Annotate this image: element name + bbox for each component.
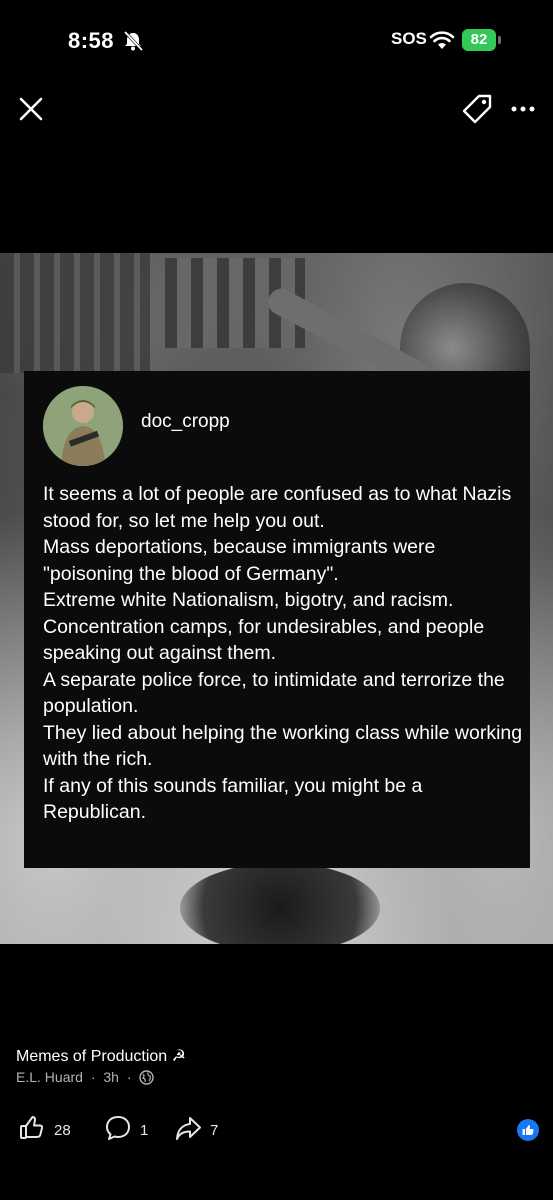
tag-button[interactable] [460,92,494,126]
post-image[interactable]: doc_cropp It seems a lot of people are c… [0,253,553,944]
quote-line: A separate police force, to intimidate a… [43,668,505,718]
author-name[interactable]: doc_cropp [141,411,230,433]
status-bar: 8:58 SOS 82 [0,0,553,80]
quote-line: It seems a lot of people are confused as… [43,483,512,532]
quote-text: It seems a lot of people are confused as… [43,481,523,826]
more-options-button[interactable] [508,96,540,122]
post-time: 3h [103,1069,119,1085]
close-button[interactable] [16,94,46,124]
quote-line: Mass deportations, because immigrants we… [43,536,436,585]
like-button[interactable]: 28 [18,1114,71,1146]
battery-tip [498,36,501,44]
building-facade [0,253,150,373]
share-button[interactable]: 7 [174,1114,218,1146]
quote-line: Concentration camps, for undesirables, a… [43,615,485,665]
reaction-like-icon [517,1119,539,1141]
quote-line: If any of this sounds familiar, you migh… [43,774,423,824]
battery-level: 82 [462,29,496,51]
quote-line: Extreme white Nationalism, bigotry, and … [43,589,454,611]
thumbs-up-icon [18,1114,46,1146]
carrier-label: SOS [391,29,427,48]
wifi-icon [429,31,455,56]
tag-icon [462,94,492,124]
comment-button[interactable]: 1 [104,1114,148,1146]
share-count: 7 [210,1121,219,1139]
post-meta: E.L. Huard · 3h · [16,1069,155,1088]
comment-icon [104,1114,132,1146]
share-icon [174,1114,202,1146]
more-icon [511,106,535,112]
globe-icon [139,1070,155,1088]
poster-name[interactable]: E.L. Huard [16,1069,83,1085]
comment-count: 1 [140,1121,149,1139]
crowd-bottom [180,863,380,944]
quote-line: They lied about helping the working clas… [43,721,523,771]
meta-separator: · [90,1069,96,1085]
viewer-top-bar [0,80,553,140]
like-count: 28 [54,1121,71,1139]
meta-separator: · [126,1069,132,1085]
bell-off-icon [122,30,144,56]
status-time: 8:58 [68,28,115,53]
close-icon [19,97,43,121]
quote-card: doc_cropp It seems a lot of people are c… [24,371,530,868]
group-name[interactable]: Memes of Production ☭ [16,1046,186,1066]
author-avatar[interactable] [43,386,123,466]
